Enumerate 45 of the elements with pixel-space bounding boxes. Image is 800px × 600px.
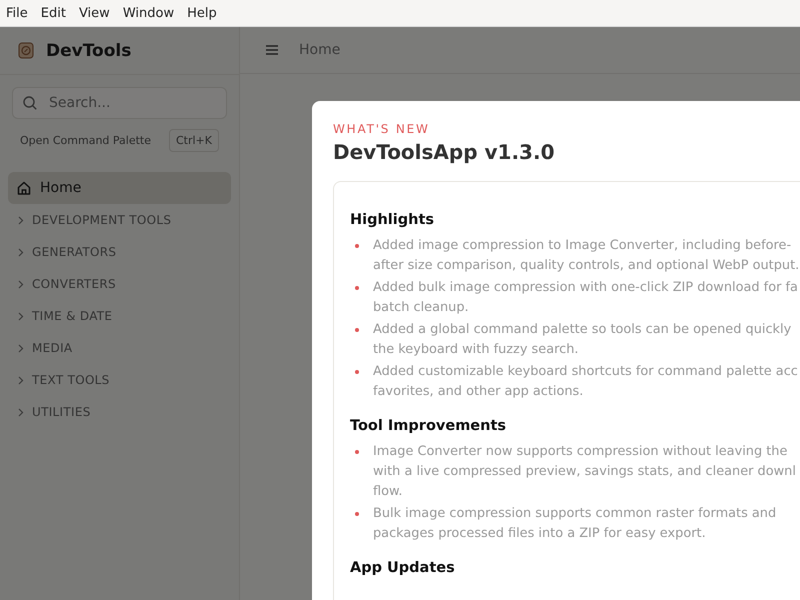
app-name: DevTools — [46, 40, 132, 60]
note-text: Added bulk image compression with one-click ZIP download for fa — [373, 279, 798, 297]
home-nav-item[interactable]: Home — [8, 172, 231, 204]
note-text: packages processed files into a ZIP for easy export. — [373, 525, 707, 543]
category-item[interactable]: TEXT TOOLS — [32, 373, 110, 387]
section-heading: Tool Improvements — [350, 418, 508, 434]
note-text: Added image compression to Image Converter, including before- — [373, 237, 792, 255]
note-text: Added customizable keyboard shortcuts for command palette acc — [373, 363, 798, 381]
note-text: Image Converter now supports compression without leaving the — [373, 443, 788, 461]
note-text: the keyboard with fuzzy search. — [373, 341, 580, 359]
bullet-icon — [355, 450, 359, 454]
menu-item[interactable]: View — [78, 6, 123, 20]
category-item[interactable]: UTILITIES — [32, 405, 91, 419]
category-item[interactable]: TIME & DATE — [32, 309, 112, 323]
search-field[interactable]: Search... — [12, 87, 227, 119]
note-text: favorites, and other app actions. — [373, 383, 584, 401]
dialog-eyebrow: WHAT'S NEW — [333, 122, 431, 136]
bullet-icon — [355, 512, 359, 516]
category-item[interactable]: CONVERTERS — [32, 277, 116, 291]
bullet-icon — [355, 244, 359, 248]
home-icon — [16, 180, 32, 196]
menu-item[interactable]: Edit — [40, 6, 79, 20]
shortcut-key: Ctrl+K — [168, 129, 219, 152]
note-text: after size comparison, quality controls, and optional WebP output. — [373, 257, 800, 275]
bullet-icon — [355, 328, 359, 332]
dialog-title: DevToolsApp v1.3.0 — [333, 140, 556, 164]
note-text: batch cleanup. — [373, 299, 470, 317]
bullet-icon — [355, 370, 359, 374]
menu-icon[interactable] — [265, 44, 279, 56]
bullet-icon — [355, 286, 359, 290]
breadcrumb: Home — [299, 42, 340, 58]
app-logo-icon — [18, 42, 34, 59]
menu-item[interactable]: Help — [187, 6, 230, 20]
section-heading: App Updates — [350, 560, 456, 576]
menu-item[interactable]: File — [6, 6, 41, 20]
menu-item[interactable]: Window — [122, 6, 188, 20]
category-item[interactable]: GENERATORS — [32, 245, 116, 259]
category-item[interactable]: MEDIA — [32, 341, 72, 355]
note-text: Bulk image compression supports common raster formats and — [373, 505, 776, 523]
command-palette-link[interactable]: Open Command Palette — [20, 134, 152, 147]
note-text: with a live compressed preview, savings stats, and cleaner downl — [373, 463, 796, 481]
category-item[interactable]: DEVELOPMENT TOOLS — [32, 213, 172, 227]
section-heading: Highlights — [350, 212, 436, 228]
note-text: Added a global command palette so tools can be opened quickly — [373, 321, 792, 339]
note-text: flow. — [373, 483, 404, 501]
